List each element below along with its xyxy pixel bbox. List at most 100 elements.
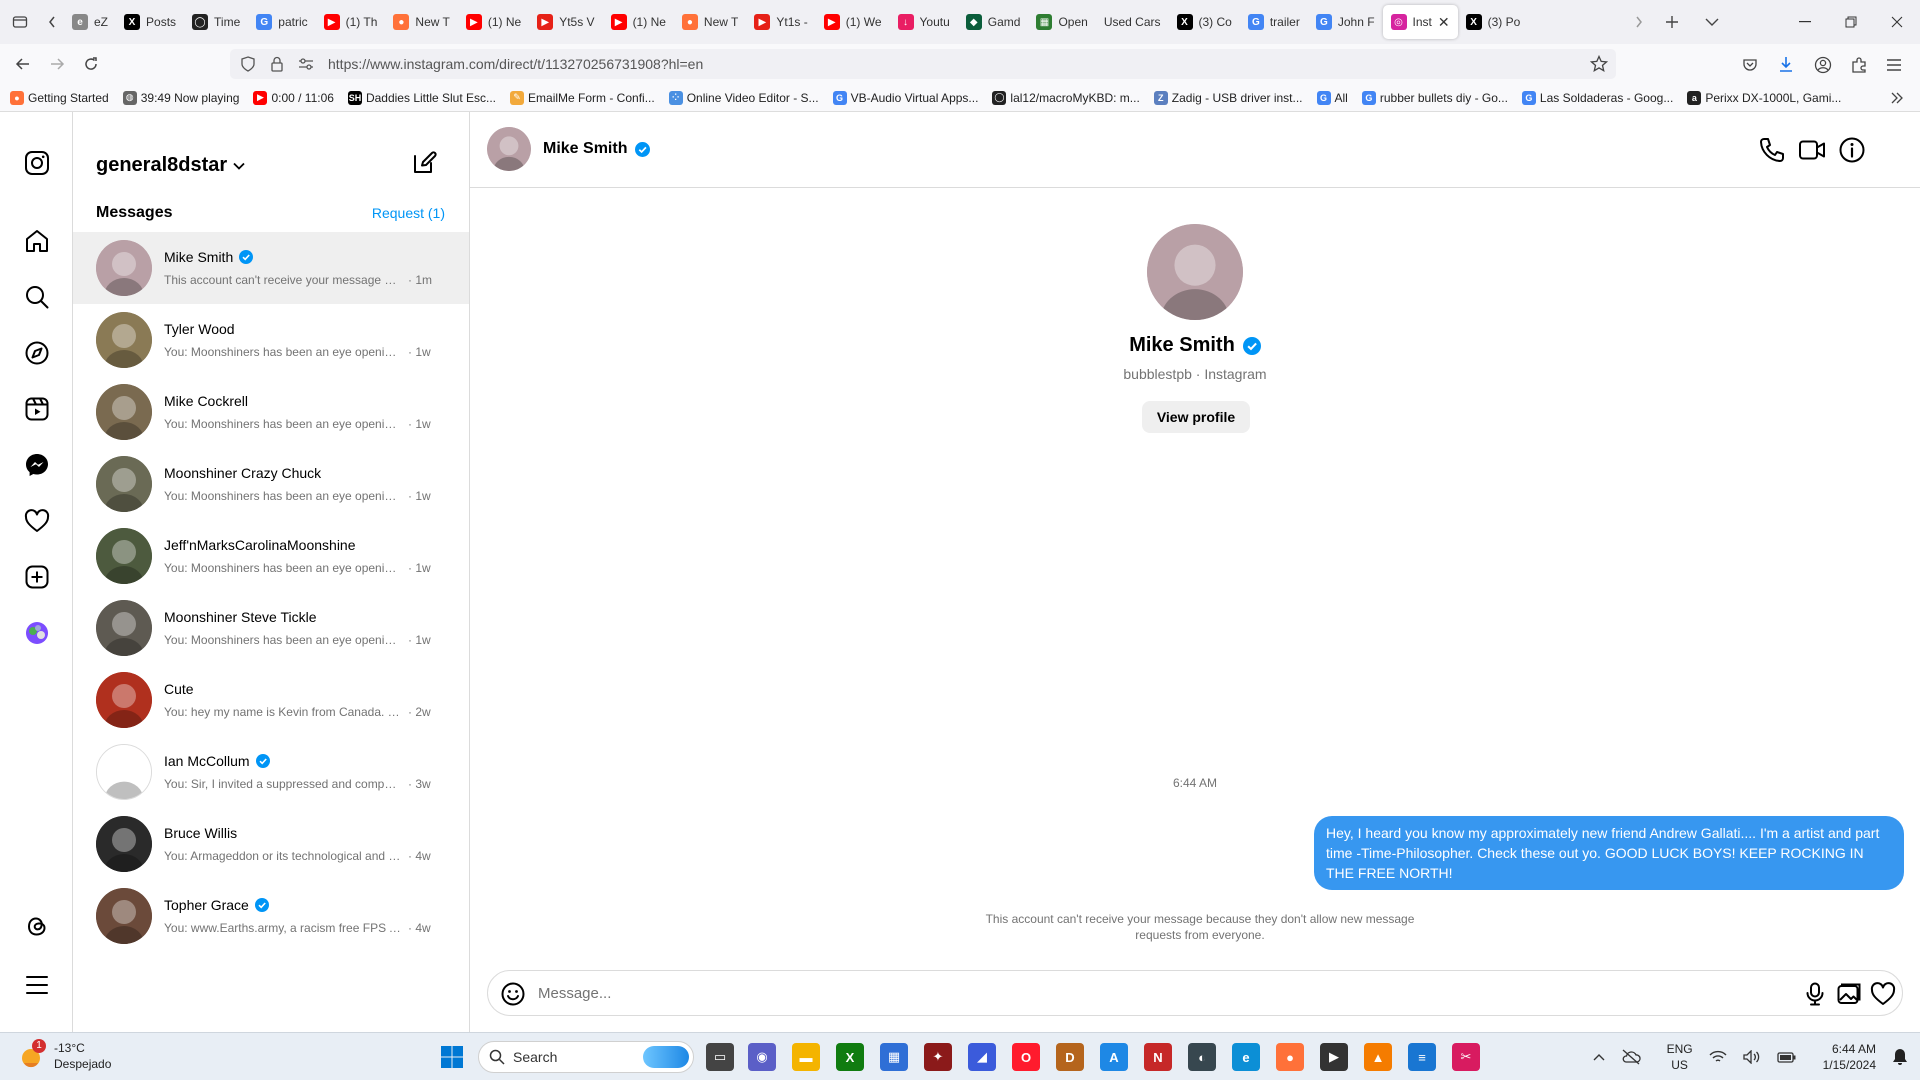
- tab-18[interactable]: G John F: [1308, 5, 1383, 39]
- conversation-row[interactable]: Bruce Willis You: Armageddon or its techn…: [73, 808, 469, 880]
- media-player-icon[interactable]: ▶: [1320, 1043, 1348, 1071]
- bookmark-item[interactable]: ● Getting Started: [10, 90, 109, 105]
- show-hidden-icons[interactable]: [1593, 1053, 1605, 1061]
- taskbar-search[interactable]: Search: [478, 1041, 694, 1073]
- weather-widget[interactable]: 1 -13°C Despejado: [16, 1039, 111, 1071]
- account-username[interactable]: general8dstar: [96, 154, 227, 177]
- notepad-icon[interactable]: ≡: [1408, 1043, 1436, 1071]
- reels-icon[interactable]: [24, 396, 50, 422]
- game-icon[interactable]: ✦: [924, 1043, 952, 1071]
- requests-link[interactable]: Request (1): [372, 205, 445, 221]
- search-icon[interactable]: [24, 284, 50, 310]
- conversation-avatar[interactable]: [96, 672, 152, 728]
- create-icon[interactable]: [24, 564, 50, 590]
- conversation-avatar[interactable]: [96, 384, 152, 440]
- conversation-avatar[interactable]: [96, 816, 152, 872]
- language-indicator[interactable]: ENG US: [1667, 1041, 1693, 1073]
- more-bookmarks-icon[interactable]: [1890, 92, 1904, 104]
- conversation-row[interactable]: Ian McCollum You: Sir, I invited a suppre…: [73, 736, 469, 808]
- tab-6[interactable]: ▶ (1) Ne: [458, 5, 529, 39]
- wifi-icon[interactable]: [1709, 1050, 1727, 1064]
- bookmark-item[interactable]: G VB-Audio Virtual Apps...: [832, 90, 978, 105]
- permissions-icon[interactable]: [298, 57, 314, 71]
- scroll-tabs-left-icon[interactable]: [40, 0, 64, 44]
- reload-button[interactable]: [76, 49, 106, 79]
- bookmark-item[interactable]: ◍ 39:49 Now playing: [122, 90, 239, 105]
- conversation-row[interactable]: Jeff'nMarksCarolinaMoonshine You: Moonshi…: [73, 520, 469, 592]
- messenger-icon[interactable]: [24, 452, 50, 478]
- conversation-avatar[interactable]: [96, 600, 152, 656]
- conversation-avatar[interactable]: [96, 456, 152, 512]
- affinity-icon[interactable]: A: [1100, 1043, 1128, 1071]
- tab-0[interactable]: e eZ: [64, 5, 116, 39]
- tab-17[interactable]: Gtrailer: [1240, 5, 1308, 39]
- tab-4[interactable]: ▶ (1) Th: [316, 5, 386, 39]
- tab-1[interactable]: X Posts: [116, 5, 184, 39]
- tab-20[interactable]: X (3) Po: [1458, 5, 1529, 39]
- store-icon[interactable]: ▦: [880, 1043, 908, 1071]
- bookmark-item[interactable]: a Perixx DX-1000L, Gami...: [1687, 90, 1841, 105]
- video-call-icon[interactable]: [1798, 136, 1826, 164]
- scroll-tabs-right-icon[interactable]: [1626, 0, 1652, 44]
- conversation-row[interactable]: Mike Cockrell You: Moonshiners has been a…: [73, 376, 469, 448]
- bookmark-item[interactable]: ▶ 0:00 / 11:06: [253, 90, 334, 105]
- account-icon[interactable]: [1814, 56, 1832, 74]
- close-tab-icon[interactable]: ✕: [1438, 14, 1450, 31]
- audio-call-icon[interactable]: [1758, 136, 1786, 164]
- threads-icon[interactable]: [24, 913, 50, 939]
- opera-icon[interactable]: O: [1012, 1043, 1040, 1071]
- onedrive-offline-icon[interactable]: [1621, 1049, 1641, 1065]
- tab-15[interactable]: Used Cars: [1096, 5, 1169, 39]
- back-button[interactable]: [8, 49, 38, 79]
- chat-header-title[interactable]: Mike Smith: [543, 140, 651, 158]
- new-tab-button[interactable]: [1652, 0, 1692, 44]
- conversation-avatar[interactable]: [96, 312, 152, 368]
- new-message-icon[interactable]: [411, 150, 437, 176]
- bookmark-item[interactable]: Z Zadig - USB driver inst...: [1153, 90, 1303, 105]
- home-icon[interactable]: [24, 228, 50, 254]
- tab-5[interactable]: ● New T: [385, 5, 457, 39]
- message-input[interactable]: [538, 982, 1738, 1004]
- downloads-icon[interactable]: [1778, 56, 1794, 74]
- lock-icon[interactable]: [270, 56, 284, 72]
- tab-7[interactable]: ▶ Yt5s V: [529, 5, 602, 39]
- chat-contact-name[interactable]: Mike Smith: [543, 140, 627, 158]
- profile-avatar[interactable]: [1147, 224, 1243, 320]
- task-view-icon[interactable]: ▭: [706, 1043, 734, 1071]
- battery-icon[interactable]: [1776, 1050, 1797, 1064]
- bookmark-item[interactable]: ◯ lal12/macroMyKBD: m...: [992, 90, 1140, 105]
- clock[interactable]: 6:44 AM 1/15/2024: [1823, 1041, 1876, 1073]
- voice-clip-icon[interactable]: [1802, 981, 1828, 1007]
- sent-message-bubble[interactable]: Hey, I heard you know my approximately n…: [1314, 816, 1904, 890]
- view-profile-button[interactable]: View profile: [1142, 401, 1250, 433]
- profile-avatar-icon[interactable]: [24, 620, 50, 646]
- conversation-row[interactable]: Mike Smith This account can't receive you…: [73, 232, 469, 304]
- address-bar[interactable]: https://www.instagram.com/direct/t/11327…: [230, 49, 1616, 79]
- notifications-bell-icon[interactable]: [1892, 1048, 1908, 1066]
- menu-icon[interactable]: [1886, 58, 1902, 72]
- tab-19[interactable]: ◎ Inst ✕: [1382, 5, 1458, 39]
- tab-11[interactable]: ▶ (1) We: [816, 5, 890, 39]
- conversation-row[interactable]: Cute You: hey my name is Kevin from Canad…: [73, 664, 469, 736]
- bookmark-item[interactable]: G All: [1316, 90, 1348, 105]
- tab-12[interactable]: ↓ Youtu: [890, 5, 958, 39]
- conversation-avatar[interactable]: [96, 888, 152, 944]
- chevron-down-icon[interactable]: [233, 162, 245, 170]
- url-text[interactable]: https://www.instagram.com/direct/t/11327…: [328, 56, 703, 72]
- conversation-avatar[interactable]: [96, 528, 152, 584]
- restore-button[interactable]: [1828, 0, 1874, 44]
- minimize-button[interactable]: [1782, 0, 1828, 44]
- shield-icon[interactable]: [240, 56, 256, 72]
- tab-16[interactable]: X (3) Co: [1169, 5, 1240, 39]
- notifications-heart-icon[interactable]: [24, 508, 50, 534]
- bookmark-item[interactable]: ✎ EmailMe Form - Confi...: [510, 90, 655, 105]
- dos-icon[interactable]: D: [1056, 1043, 1084, 1071]
- conversation-row[interactable]: Moonshiner Steve Tickle You: Moonshiners …: [73, 592, 469, 664]
- xbox-icon[interactable]: X: [836, 1043, 864, 1071]
- volume-icon[interactable]: [1742, 1050, 1761, 1064]
- emoji-icon[interactable]: [500, 981, 526, 1007]
- tab-14[interactable]: ▦ Open: [1028, 5, 1095, 39]
- tab-9[interactable]: ● New T: [674, 5, 746, 39]
- list-all-tabs-icon[interactable]: [1692, 0, 1732, 44]
- pocket-icon[interactable]: [1742, 57, 1758, 73]
